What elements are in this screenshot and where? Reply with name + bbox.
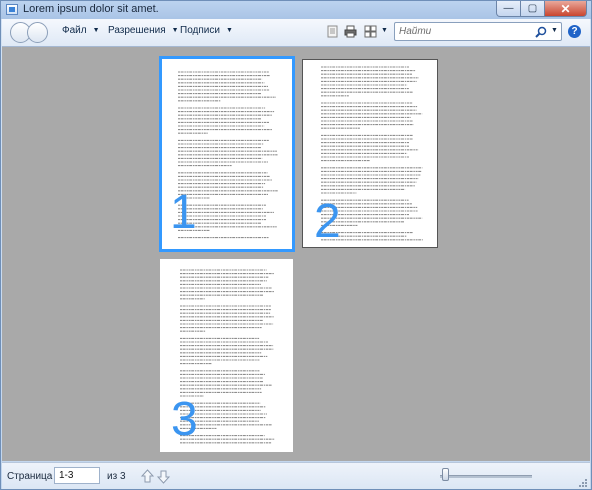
search-icon[interactable] bbox=[535, 26, 547, 38]
page-count-label: из 3 bbox=[107, 471, 126, 482]
help-icon[interactable]: ? bbox=[568, 25, 581, 38]
chevron-down-icon[interactable]: ▼ bbox=[551, 27, 558, 34]
page-thumbnail-3[interactable]: 3 bbox=[160, 259, 293, 452]
page-number-2: 2 bbox=[314, 195, 341, 248]
close-button[interactable]: ✕ bbox=[545, 1, 587, 17]
page-number-1: 1 bbox=[170, 186, 197, 239]
arrow-down-icon[interactable] bbox=[157, 469, 170, 484]
page-number-3: 3 bbox=[171, 393, 198, 446]
app-icon bbox=[6, 4, 18, 15]
layout-dropdown[interactable]: ▼ bbox=[381, 25, 388, 36]
chevron-down-icon: ▼ bbox=[381, 27, 388, 34]
viewer-window: Lorem ipsum dolor sit amet. — ▢ ✕ Файл ▼ … bbox=[0, 0, 592, 490]
search-input[interactable] bbox=[399, 24, 527, 39]
document-view[interactable]: 1 2 3 bbox=[2, 47, 590, 461]
title-bar[interactable]: Lorem ipsum dolor sit amet. — ▢ ✕ bbox=[1, 1, 591, 19]
menu-signatures-label: Подписи bbox=[180, 25, 220, 36]
page-number-field[interactable] bbox=[54, 467, 100, 484]
search-box[interactable]: ▼ bbox=[394, 22, 562, 41]
minimize-button[interactable]: — bbox=[496, 1, 521, 17]
toolbar: Файл ▼ Разрешения ▼ Подписи ▼ ▼ Найти ▼ … bbox=[2, 19, 590, 47]
menu-permissions[interactable]: Разрешения ▼ bbox=[108, 25, 179, 36]
arrow-up-icon[interactable] bbox=[141, 469, 154, 484]
chevron-down-icon: ▼ bbox=[225, 27, 233, 34]
chevron-down-icon: ▼ bbox=[171, 27, 179, 34]
menu-signatures[interactable]: Подписи ▼ bbox=[180, 25, 233, 36]
forward-icon[interactable] bbox=[27, 22, 48, 43]
menu-permissions-label: Разрешения bbox=[108, 25, 166, 36]
zoom-slider-track[interactable] bbox=[440, 475, 532, 478]
status-bar: Страница из 3 bbox=[2, 462, 590, 489]
maximize-button[interactable]: ▢ bbox=[521, 1, 545, 17]
window-controls: — ▢ ✕ bbox=[496, 1, 587, 18]
page-thumbnail-1[interactable]: 1 bbox=[159, 56, 295, 252]
navigation-buttons bbox=[10, 22, 50, 43]
menu-file-label: Файл bbox=[62, 25, 87, 36]
print-icon[interactable] bbox=[344, 25, 357, 38]
document-icon[interactable] bbox=[326, 25, 339, 38]
chevron-down-icon: ▼ bbox=[92, 27, 100, 34]
resize-grip-icon[interactable] bbox=[578, 478, 588, 488]
zoom-slider-thumb[interactable] bbox=[441, 468, 449, 481]
menu-file[interactable]: Файл ▼ bbox=[62, 25, 100, 36]
page-layout-icon[interactable] bbox=[364, 25, 377, 38]
page-thumbnail-2[interactable]: 2 bbox=[302, 59, 438, 248]
window-title: Lorem ipsum dolor sit amet. bbox=[23, 3, 159, 15]
page-label: Страница bbox=[7, 471, 53, 482]
